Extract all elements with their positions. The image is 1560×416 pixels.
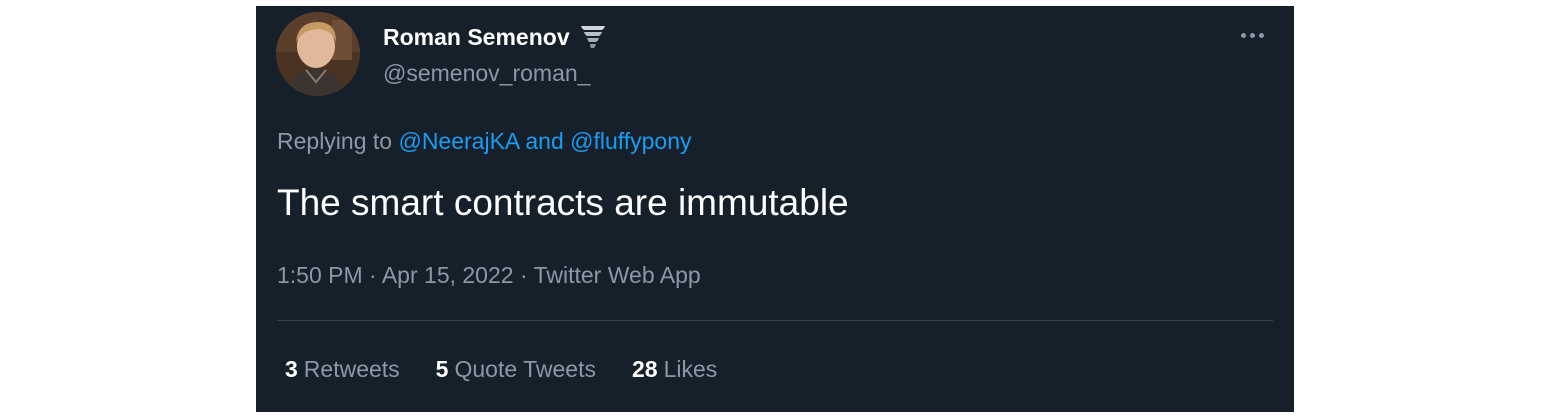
- meta-separator: ·: [519, 262, 528, 288]
- author-handle[interactable]: @semenov_roman_: [383, 60, 590, 87]
- more-icon: [1240, 32, 1264, 38]
- avatar-image: [276, 12, 360, 96]
- tornado-icon: [578, 22, 608, 52]
- mention-conjunction[interactable]: and: [525, 128, 563, 154]
- more-button[interactable]: [1232, 20, 1272, 50]
- tweet-meta: 1:50 PM · Apr 15, 2022 · Twitter Web App: [277, 262, 701, 289]
- retweets-count: 3: [285, 356, 298, 382]
- replying-to: Replying to @NeerajKA and @fluffypony: [277, 128, 692, 155]
- replying-prefix: Replying to: [277, 128, 393, 154]
- tweet-card: Roman Semenov @semenov_roman_ Replying t…: [256, 6, 1294, 412]
- author-row: Roman Semenov: [383, 22, 608, 52]
- meta-separator: ·: [369, 262, 377, 288]
- tweet-date[interactable]: Apr 15, 2022: [382, 262, 514, 288]
- likes-count: 28: [631, 356, 658, 382]
- avatar[interactable]: [276, 12, 360, 96]
- tweet-stats: 3 Retweets 5 Quote Tweets 28 Likes: [285, 356, 717, 383]
- retweets-label: Retweets: [303, 356, 400, 382]
- quote-tweets-label: Quote Tweets: [454, 356, 596, 382]
- tweet-source[interactable]: Twitter Web App: [534, 262, 701, 288]
- mention-link-fluffypony[interactable]: @fluffypony: [570, 128, 691, 154]
- tweet-time[interactable]: 1:50 PM: [277, 262, 363, 288]
- likes-label: Likes: [663, 356, 718, 382]
- divider: [277, 320, 1273, 321]
- likes-stat[interactable]: 28 Likes: [632, 356, 717, 383]
- retweets-stat[interactable]: 3 Retweets: [285, 356, 400, 383]
- tweet-text: The smart contracts are immutable: [277, 182, 849, 223]
- quote-tweets-count: 5: [435, 356, 449, 382]
- mention-link-neerajka[interactable]: @NeerajKA: [398, 128, 519, 154]
- quote-tweets-stat[interactable]: 5 Quote Tweets: [436, 356, 596, 383]
- display-name[interactable]: Roman Semenov: [383, 24, 570, 51]
